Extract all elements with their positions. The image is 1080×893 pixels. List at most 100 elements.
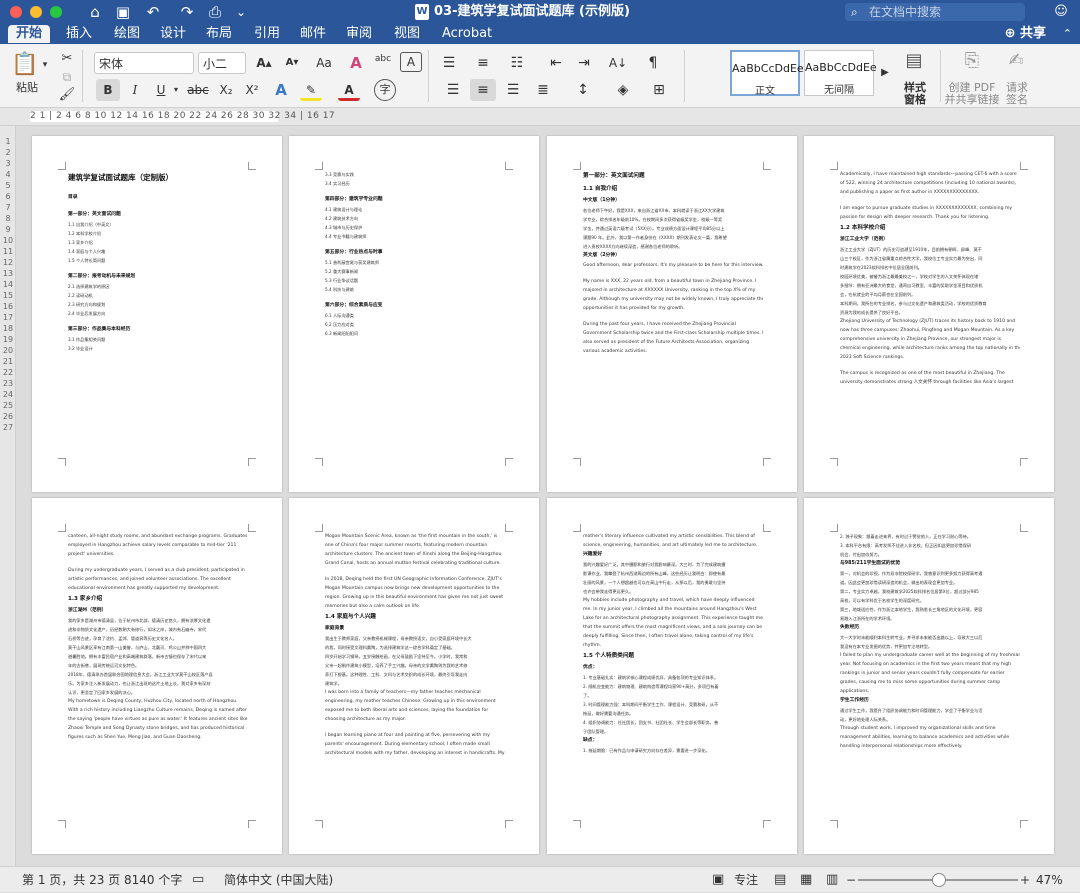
underline-button[interactable]: U [150, 79, 172, 101]
page-content[interactable]: 第一部分：英文面试问题 1.1 自我介绍 中文版（1分钟） 各位老师下午好，我是XXX… [583, 170, 763, 356]
tab-acrobat[interactable]: Acrobat [434, 25, 500, 43]
shading-icon[interactable]: ◈ [610, 79, 636, 101]
increase-indent-icon[interactable]: ⇥ [572, 52, 596, 74]
multilevel-list-icon[interactable]: ☷ [504, 52, 530, 74]
shrink-font-button[interactable]: A▾ [280, 52, 304, 74]
borders-icon[interactable]: ⊞ [646, 79, 672, 101]
style-no-spacing[interactable]: AaBbCcDdEe 无间隔 [804, 50, 877, 96]
zoom-level[interactable]: 47% [1036, 867, 1063, 893]
bold-button[interactable]: B [96, 79, 120, 101]
line-spacing-icon[interactable]: ↕ [570, 79, 596, 101]
tab-layout[interactable]: 布局 [198, 25, 240, 43]
enclose-chars-icon[interactable]: 字 [374, 79, 396, 101]
page-content[interactable]: 建筑学复试面试题库（定制版） 目录 第一部分：英文面试问题 1.1 自我介绍（中英文）… [68, 170, 248, 353]
styles-pane-icon[interactable]: ▤ [902, 50, 926, 72]
style-normal[interactable]: AaBbCcDdEe 正文 [730, 50, 804, 97]
focus-mode-button[interactable]: 专注 [734, 867, 758, 893]
subscript-button[interactable]: X₂ [214, 79, 238, 101]
tab-mailings[interactable]: 邮件 [292, 25, 334, 43]
request-signature-icon[interactable]: ✍ [1004, 50, 1028, 72]
save-icon[interactable]: ▣ [112, 2, 134, 22]
underline-options-icon[interactable]: ▾ [172, 79, 180, 101]
document-page[interactable]: 3.3 竞赛与实践 3.4 实习经历 第四部分：建筑学专业问题 4.1 建筑设计与理论… [289, 136, 539, 492]
char-border-icon[interactable]: A [400, 52, 422, 72]
document-page[interactable]: canteen, all-night study rooms, and abun… [32, 498, 282, 854]
italic-button[interactable]: I [124, 79, 146, 101]
page-content[interactable]: Academically, I have maintained high sta… [840, 170, 1020, 387]
undo-icon[interactable]: ↶ [142, 2, 164, 22]
page-content[interactable]: 3.3 竞赛与实践 3.4 实习经历 第四部分：建筑学专业问题 4.1 建筑设计与理论… [325, 170, 505, 338]
phonetic-guide-icon[interactable]: abc [370, 48, 396, 70]
styles-pane-label: 样式 窗格 [904, 81, 926, 106]
text-line: Through student work, I improved my orga… [840, 726, 996, 731]
section-heading: 1.1 自我介绍 [583, 186, 618, 192]
font-color-icon[interactable]: A [338, 79, 360, 101]
sort-icon[interactable]: A↓ [604, 52, 632, 74]
page-content[interactable]: 2. 独子现象：跟着走进来界，有时过于警觉他人，正在学习耐心等待。 3. 本科平台… [840, 532, 1020, 751]
highlight-icon[interactable]: ✎ [300, 79, 322, 101]
focus-icon[interactable]: ▣ [712, 867, 724, 893]
search-input[interactable]: ⌕ 在文档中搜索 [845, 3, 1025, 21]
document-page[interactable]: 2. 独子现象：跟着走进来界，有时过于警觉他人，正在学习耐心等待。 3. 本科平台… [804, 498, 1054, 854]
align-left-icon[interactable]: ☰ [440, 79, 466, 101]
page-count[interactable]: 第 1 页，共 23 页 [22, 867, 120, 893]
format-painter-icon[interactable]: 🖌 [58, 84, 76, 106]
paste-icon[interactable]: 📋 [10, 50, 40, 80]
tab-design[interactable]: 设计 [152, 25, 194, 43]
zoom-slider-thumb[interactable] [932, 873, 946, 887]
web-layout-icon[interactable]: ▥ [826, 867, 838, 893]
decrease-indent-icon[interactable]: ⇤ [544, 52, 568, 74]
account-icon[interactable]: ☺ [1050, 2, 1072, 22]
collapse-ribbon-icon[interactable]: ⌃ [1063, 25, 1072, 43]
page-content[interactable]: mother's literary influence cultivated m… [583, 532, 763, 755]
create-pdf-icon[interactable]: ⎘ [960, 50, 984, 72]
print-icon[interactable]: ⎙ [204, 2, 226, 22]
home-icon[interactable]: ⌂ [84, 2, 106, 22]
font-size-select[interactable]: 小二 [198, 52, 246, 74]
customize-toolbar-icon[interactable]: ⌄ [230, 2, 252, 22]
text-effects-icon[interactable]: A [270, 79, 292, 101]
numbering-icon[interactable]: ≡ [470, 52, 496, 74]
minimize-window-button[interactable] [30, 6, 42, 18]
print-layout-icon[interactable]: ▦ [800, 867, 812, 893]
tab-references[interactable]: 引用 [246, 25, 288, 43]
horizontal-ruler[interactable]: 2 1 | 2 4 6 8 10 12 14 16 18 20 22 24 26… [0, 108, 1080, 126]
strikethrough-button[interactable]: abc [184, 79, 212, 101]
zoom-in-button[interactable]: + [1020, 867, 1030, 893]
maximize-window-button[interactable] [50, 6, 62, 18]
show-marks-icon[interactable]: ¶ [642, 52, 664, 74]
tab-view[interactable]: 视图 [386, 25, 428, 43]
superscript-button[interactable]: X² [240, 79, 264, 101]
zoom-out-button[interactable]: − [846, 867, 856, 893]
share-button[interactable]: ⊕ 共享 [1005, 25, 1046, 43]
text-line: parents' encouragement. During elementar… [325, 742, 490, 747]
language-label[interactable]: 简体中文 (中国大陆) [224, 867, 333, 893]
page-content[interactable]: Mogan Mountain Scenic Area, known as 'th… [325, 532, 505, 758]
word-count[interactable]: 8140 个字 [124, 867, 182, 893]
paste-options-icon[interactable]: ▾ [40, 54, 50, 76]
vertical-ruler[interactable]: 1 2 3 4 5 6 7 8 9 10 11 12 13 14 15 16 1… [0, 126, 16, 866]
redo-icon[interactable]: ↷ [176, 2, 198, 22]
document-page[interactable]: mother's literary influence cultivated m… [547, 498, 797, 854]
document-page[interactable]: Mogan Mountain Scenic Area, known as 'th… [289, 498, 539, 854]
close-window-button[interactable] [10, 6, 22, 18]
proofing-icon[interactable]: ▭ [192, 867, 204, 893]
read-mode-icon[interactable]: ▤ [774, 867, 786, 893]
align-center-icon[interactable]: ≡ [470, 79, 496, 101]
page-content[interactable]: canteen, all-night study rooms, and abun… [68, 532, 248, 742]
document-page[interactable]: Academically, I have maintained high sta… [804, 136, 1054, 492]
styles-more-icon[interactable]: ▶ [878, 62, 892, 84]
clear-format-icon[interactable]: A [344, 52, 368, 74]
tab-review[interactable]: 审阅 [338, 25, 380, 43]
bullets-icon[interactable]: ☰ [436, 52, 462, 74]
change-case-button[interactable]: Aa [310, 52, 338, 74]
document-page[interactable]: 建筑学复试面试题库（定制版） 目录 第一部分：英文面试问题 1.1 自我介绍（中英文）… [32, 136, 282, 492]
font-name-select[interactable]: 宋体 [94, 52, 194, 74]
tab-draw[interactable]: 绘图 [106, 25, 148, 43]
document-page[interactable]: 第一部分：英文面试问题 1.1 自我介绍 中文版（1分钟） 各位老师下午好，我是XXX… [547, 136, 797, 492]
grow-font-button[interactable]: A▴ [252, 52, 276, 74]
tab-insert[interactable]: 插入 [58, 25, 100, 43]
tab-home[interactable]: 开始 [8, 25, 51, 43]
align-right-icon[interactable]: ☰ [500, 79, 526, 101]
justify-icon[interactable]: ≣ [530, 79, 556, 101]
